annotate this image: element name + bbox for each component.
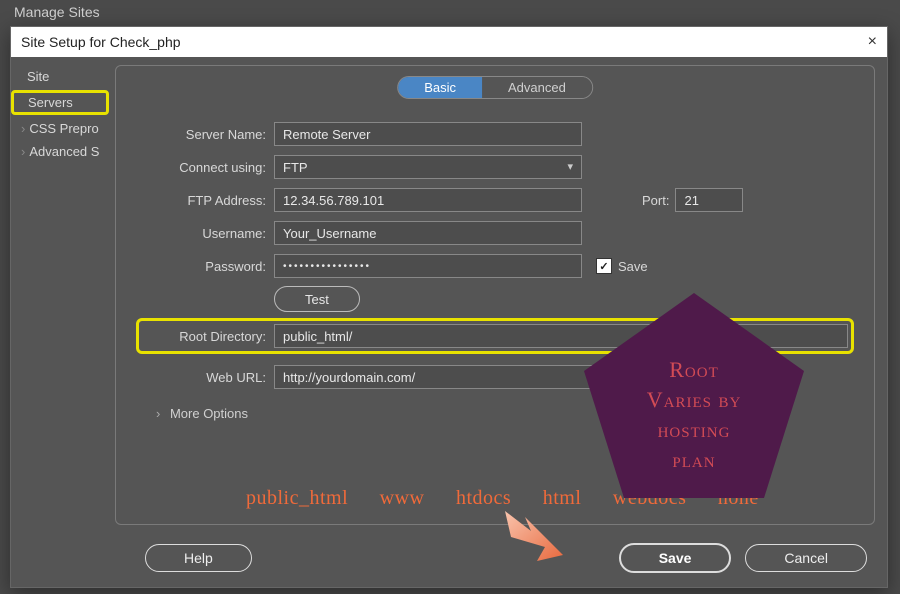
connect-using-select[interactable]: FTP ▾ (274, 155, 582, 179)
connect-using-value: FTP (283, 160, 308, 175)
password-label: Password: (136, 259, 274, 274)
category-sidebar: Site Servers CSS Prepro Advanced S (11, 65, 109, 163)
save-password-label: Save (618, 259, 648, 274)
help-button[interactable]: Help (145, 544, 252, 572)
test-button[interactable]: Test (274, 286, 360, 312)
root-directory-highlight: Root Directory: public_html/ (136, 318, 854, 354)
sidebar-item-servers[interactable]: Servers (11, 90, 109, 115)
dialog-titlebar: Site Setup for Check_php × (11, 27, 887, 57)
ftp-address-input[interactable]: 12.34.56.789.101 (274, 188, 582, 212)
chevron-down-icon: ▾ (567, 160, 573, 173)
tab-advanced[interactable]: Advanced (482, 77, 592, 98)
server-name-label: Server Name: (136, 127, 274, 142)
sidebar-item-site[interactable]: Site (11, 65, 109, 88)
tab-basic[interactable]: Basic (398, 77, 482, 98)
more-options-label: More Options (170, 406, 248, 421)
sidebar-item-css-preprocessors[interactable]: CSS Prepro (11, 117, 109, 140)
tab-group: Basic Advanced (397, 76, 593, 99)
port-input[interactable]: 21 (675, 188, 743, 212)
server-form: Server Name: Remote Server Connect using… (136, 114, 854, 421)
chevron-right-icon: › (156, 406, 160, 421)
root-directory-label: Root Directory: (142, 329, 274, 344)
save-button[interactable]: Save (619, 543, 732, 573)
sidebar-item-advanced-settings[interactable]: Advanced S (11, 140, 109, 163)
server-name-input[interactable]: Remote Server (274, 122, 582, 146)
more-options-toggle[interactable]: › More Options (156, 406, 854, 421)
root-examples-annotation: public_html www htdocs html webdocs none (246, 487, 759, 510)
close-icon[interactable]: × (868, 33, 877, 51)
dialog-button-row: Help Save Cancel (131, 543, 867, 573)
web-url-input[interactable]: http://yourdomain.com/ (274, 365, 602, 389)
port-label: Port: (642, 193, 669, 208)
username-label: Username: (136, 226, 274, 241)
manage-sites-title: Manage Sites (14, 4, 100, 20)
cancel-button[interactable]: Cancel (745, 544, 867, 572)
connect-using-label: Connect using: (136, 160, 274, 175)
server-settings-panel: Basic Advanced Server Name: Remote Serve… (115, 65, 875, 525)
save-password-checkbox[interactable]: ✓ (596, 258, 612, 274)
ftp-address-label: FTP Address: (136, 193, 274, 208)
password-input[interactable]: •••••••••••••••• (274, 254, 582, 278)
username-input[interactable]: Your_Username (274, 221, 582, 245)
dialog-title: Site Setup for Check_php (21, 34, 181, 50)
web-url-label: Web URL: (136, 370, 274, 385)
root-directory-input[interactable]: public_html/ (274, 324, 848, 348)
site-setup-dialog: Site Setup for Check_php × Site Servers … (10, 26, 888, 588)
